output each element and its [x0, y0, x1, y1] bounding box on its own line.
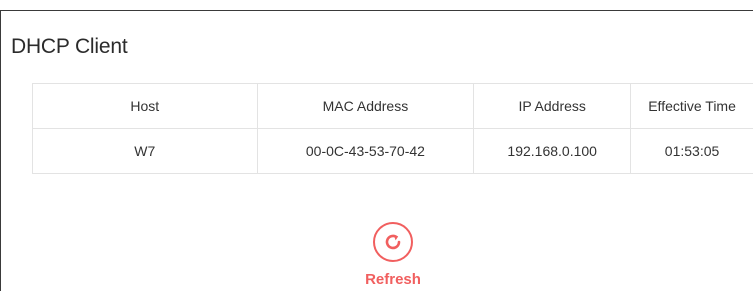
refresh-label[interactable]: Refresh — [348, 271, 438, 288]
cell-ip-address: 192.168.0.100 — [473, 128, 632, 174]
table-header-row: Host MAC Address IP Address Effective Ti… — [32, 83, 753, 129]
column-header-effective-time: Effective Time — [630, 83, 753, 129]
column-header-ip-address: IP Address — [473, 83, 632, 129]
page-title: DHCP Client — [11, 35, 128, 58]
column-header-mac-address: MAC Address — [256, 83, 475, 129]
dhcp-client-table: Host MAC Address IP Address Effective Ti… — [32, 83, 753, 174]
column-header-host: Host — [32, 83, 258, 129]
cell-mac-address: 00-0C-43-53-70-42 — [256, 128, 475, 174]
table-row: W7 00-0C-43-53-70-42 192.168.0.100 01:53… — [32, 128, 753, 174]
refresh-icon[interactable] — [373, 222, 413, 262]
refresh-button[interactable]: Refresh — [348, 222, 438, 288]
cell-effective-time: 01:53:05 — [630, 128, 753, 174]
cell-host: W7 — [32, 128, 258, 174]
